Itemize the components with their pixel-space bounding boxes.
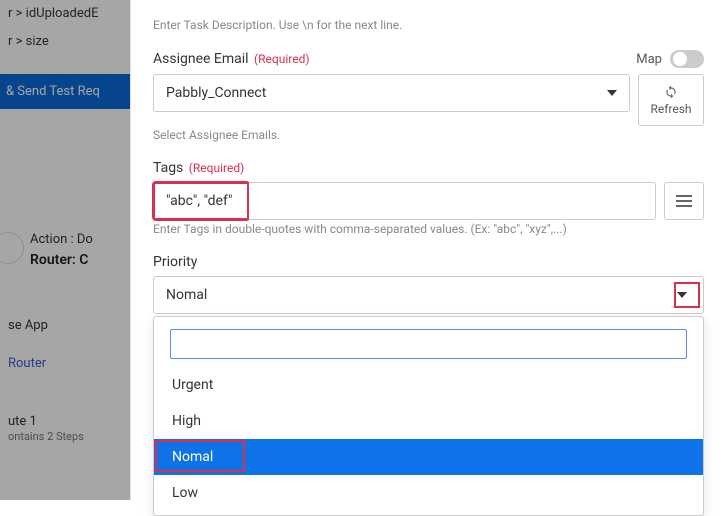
priority-dropdown: Urgent High Nomal Low — [153, 316, 704, 516]
assignee-email-select[interactable]: Pabbly_Connect — [153, 74, 630, 112]
assignee-email-label: Assignee Email (Required) — [153, 51, 310, 67]
priority-select[interactable]: Nomal — [153, 276, 704, 314]
refresh-label: Refresh — [650, 102, 691, 116]
tags-helper: Enter Tags in double-quotes with comma-s… — [153, 222, 704, 236]
map-toggle-group: Map — [636, 50, 704, 68]
required-indicator: (Required) — [189, 161, 244, 175]
required-indicator: (Required) — [254, 52, 309, 66]
priority-selected-value: Nomal — [166, 287, 207, 303]
config-panel: Enter Task Description. Use \n for the n… — [130, 0, 726, 500]
priority-option-urgent[interactable]: Urgent — [154, 367, 703, 403]
map-toggle[interactable] — [670, 50, 704, 68]
tags-label: Tags (Required) — [153, 160, 704, 176]
tags-input[interactable]: "abc", "def" — [153, 182, 656, 220]
menu-icon — [676, 195, 692, 207]
caret-down-icon — [673, 290, 691, 300]
task-description-helper: Enter Task Description. Use \n for the n… — [153, 18, 704, 32]
assignee-label-text: Assignee Email — [153, 51, 249, 67]
priority-label: Priority — [153, 254, 704, 270]
priority-option-normal-text: Nomal — [172, 449, 213, 465]
sidebar-overlay — [0, 0, 130, 500]
priority-search-input[interactable] — [170, 329, 687, 359]
tags-menu-button[interactable] — [664, 182, 704, 220]
refresh-icon — [664, 85, 678, 99]
priority-option-high[interactable]: High — [154, 403, 703, 439]
assignee-helper: Select Assignee Emails. — [153, 128, 704, 142]
caret-down-icon — [607, 90, 617, 96]
assignee-selected-value: Pabbly_Connect — [166, 85, 266, 101]
priority-option-low[interactable]: Low — [154, 475, 703, 511]
refresh-button[interactable]: Refresh — [638, 74, 704, 126]
tags-value: "abc", "def" — [166, 193, 232, 209]
tags-label-text: Tags — [153, 160, 183, 176]
map-label: Map — [636, 52, 662, 67]
priority-option-normal[interactable]: Nomal — [154, 439, 703, 475]
